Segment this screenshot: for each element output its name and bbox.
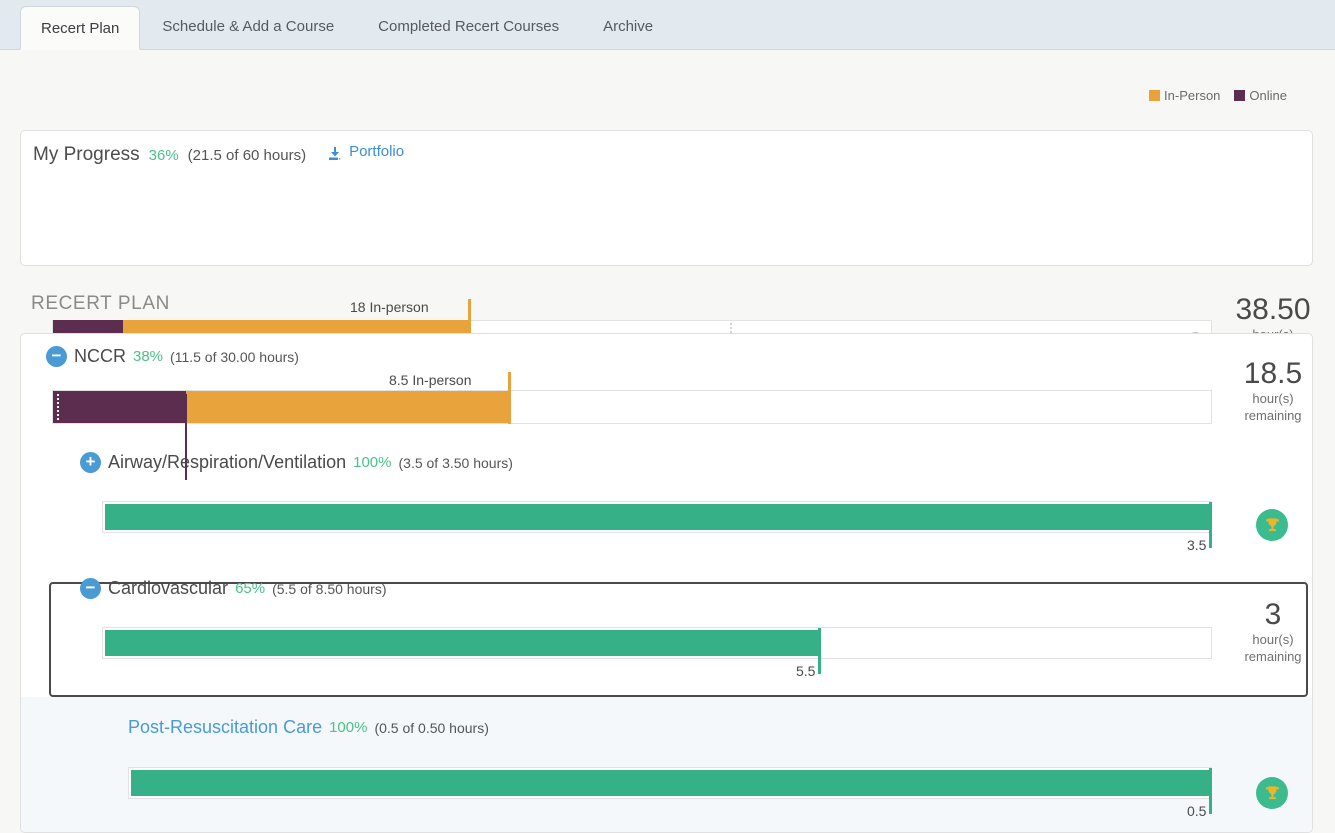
recert-plan-card: − NCCR 38% (11.5 of 30.00 hours) 8.5 In-… bbox=[20, 333, 1313, 833]
tab-recert-plan[interactable]: Recert Plan bbox=[20, 6, 141, 50]
plan-row-post-resuscitation[interactable]: Post-Resuscitation Care 100% (0.5 of 0.5… bbox=[128, 717, 489, 738]
legend-swatch-online bbox=[1234, 90, 1246, 101]
plus-circle-icon[interactable]: + bbox=[80, 452, 101, 473]
post-resuscitation-name[interactable]: Post-Resuscitation Care bbox=[128, 717, 322, 738]
cardiovascular-remaining: 3 hour(s) remaining bbox=[1208, 598, 1312, 666]
legend-item-online: Online bbox=[1234, 88, 1287, 103]
my-progress-percent: 36% bbox=[148, 146, 179, 164]
tab-bar: Recert Plan Schedule & Add a Course Comp… bbox=[0, 0, 1335, 50]
cardiovascular-bar-tick bbox=[818, 628, 821, 674]
portfolio-label: Portfolio bbox=[349, 143, 405, 160]
nccr-segment-online bbox=[53, 391, 186, 423]
nccr-remaining: 18.5 hour(s) remaining bbox=[1208, 357, 1312, 425]
airway-detail: (3.5 of 3.50 hours) bbox=[398, 454, 513, 471]
cardiovascular-remaining-unit: hour(s) bbox=[1252, 631, 1294, 647]
post-resuscitation-bar-tick bbox=[1209, 768, 1212, 814]
tab-schedule-add-course[interactable]: Schedule & Add a Course bbox=[140, 5, 356, 49]
cardiovascular-bar-fill bbox=[105, 630, 819, 656]
legend: In-Person Online bbox=[1149, 88, 1287, 103]
legend-label-in-person: In-Person bbox=[1164, 88, 1221, 103]
nccr-online-dotted-marker bbox=[57, 394, 59, 420]
plan-row-cardiovascular[interactable]: − Cardiovascular 65% (5.5 of 8.50 hours) bbox=[80, 578, 387, 599]
nccr-inperson-label: 8.5 In-person bbox=[389, 372, 472, 388]
legend-swatch-in-person bbox=[1149, 90, 1161, 101]
airway-bar-tick bbox=[1209, 502, 1212, 548]
nccr-remaining-value: 18.5 bbox=[1243, 357, 1303, 390]
post-resuscitation-detail: (0.5 of 0.50 hours) bbox=[374, 719, 489, 736]
portfolio-link[interactable]: Portfolio bbox=[327, 143, 404, 160]
post-resuscitation-bar-value: 0.5 bbox=[1187, 803, 1207, 819]
cardiovascular-name: Cardiovascular bbox=[108, 578, 229, 598]
my-progress-header: My Progress 36% (21.5 of 60 hours) Portf… bbox=[21, 131, 1312, 166]
minus-circle-icon[interactable]: − bbox=[46, 346, 67, 367]
airway-name: Airway/Respiration/Ventilation bbox=[108, 452, 347, 472]
nccr-detail: (11.5 of 30.00 hours) bbox=[170, 348, 299, 365]
plan-row-nccr[interactable]: − NCCR 38% (11.5 of 30.00 hours) bbox=[46, 346, 299, 367]
airway-bar-value: 3.5 bbox=[1187, 537, 1207, 553]
cardiovascular-remaining-value: 3 bbox=[1264, 598, 1282, 631]
cardiovascular-bar-value: 5.5 bbox=[796, 663, 816, 679]
download-icon bbox=[327, 146, 343, 162]
tab-completed-recert-courses[interactable]: Completed Recert Courses bbox=[356, 5, 581, 49]
legend-item-in-person: In-Person bbox=[1149, 88, 1220, 103]
tab-archive[interactable]: Archive bbox=[581, 5, 675, 49]
progress-inperson-label: 18 In-person bbox=[350, 299, 429, 315]
nccr-name: NCCR bbox=[74, 346, 126, 366]
plan-row-airway[interactable]: + Airway/Respiration/Ventilation 100% (3… bbox=[80, 452, 513, 473]
page-title: My Progress bbox=[33, 143, 140, 165]
cardiovascular-remaining-word: remaining bbox=[1244, 649, 1302, 665]
cardiovascular-percent: 65% bbox=[235, 580, 266, 597]
progress-remaining-value: 38.50 bbox=[1235, 293, 1311, 326]
trophy-icon bbox=[1256, 777, 1288, 809]
my-progress-card: My Progress 36% (21.5 of 60 hours) Portf… bbox=[20, 130, 1313, 377]
post-resuscitation-bar-fill bbox=[131, 770, 1209, 796]
nccr-remaining-unit: hour(s) bbox=[1252, 390, 1294, 406]
nccr-inperson-tick bbox=[508, 372, 511, 424]
cardiovascular-detail: (5.5 of 8.50 hours) bbox=[272, 580, 387, 597]
minus-circle-icon[interactable]: − bbox=[80, 578, 101, 599]
my-progress-detail: (21.5 of 60 hours) bbox=[187, 146, 307, 164]
nccr-segment-in-person bbox=[186, 391, 508, 423]
section-title: RECERT PLAN bbox=[31, 293, 170, 314]
legend-label-online: Online bbox=[1249, 88, 1287, 103]
nccr-percent: 38% bbox=[133, 348, 164, 365]
airway-percent: 100% bbox=[353, 454, 392, 471]
airway-bar-fill bbox=[105, 504, 1210, 530]
nccr-remaining-word: remaining bbox=[1244, 408, 1302, 424]
post-resuscitation-percent: 100% bbox=[329, 719, 368, 736]
trophy-icon bbox=[1256, 509, 1288, 541]
